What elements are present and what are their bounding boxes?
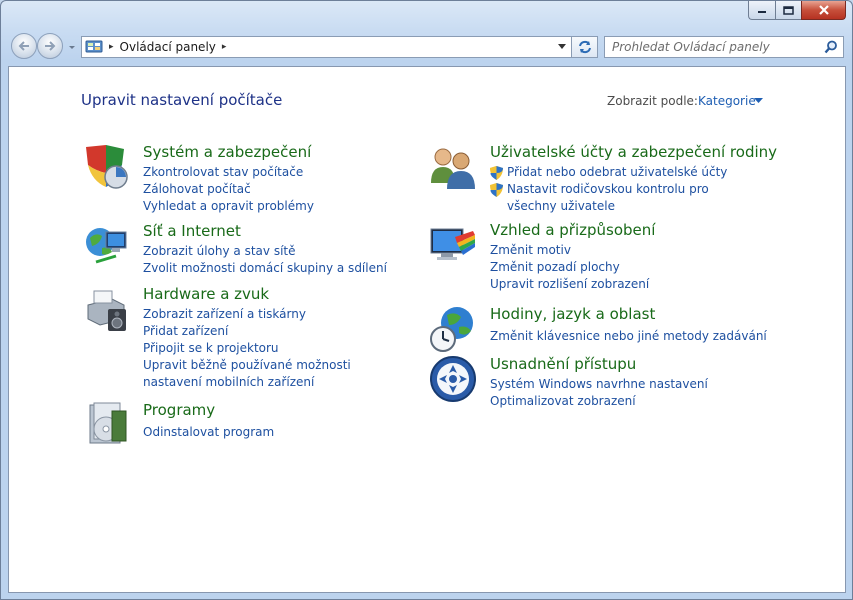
user-accounts-icon: [431, 148, 475, 189]
breadcrumb-control-panel[interactable]: Ovládací panely: [120, 40, 216, 54]
ease-of-access-icon: [430, 356, 476, 402]
arrow-right-icon: [45, 41, 56, 51]
refresh-button[interactable]: [572, 36, 598, 58]
link-recommended-settings[interactable]: Systém Windows navrhne nastavení: [490, 376, 790, 393]
system-security-icon: [86, 145, 128, 189]
category-links: Systém Windows navrhne nastavení Optimal…: [490, 376, 790, 410]
search-icon[interactable]: [824, 40, 838, 54]
uac-shield-icon: [490, 183, 503, 197]
link-text[interactable]: Přidat nebo odebrat uživatelské účty: [507, 164, 727, 181]
minimize-button[interactable]: [748, 1, 775, 20]
maximize-icon: [783, 5, 794, 15]
search-box[interactable]: Prohledat Ovládací panely: [604, 36, 844, 58]
link-troubleshoot[interactable]: Vyhledat a opravit problémy: [143, 198, 443, 215]
category-title[interactable]: Hodiny, jazyk a oblast: [490, 305, 655, 323]
page-title: Upravit nastavení počítače: [81, 91, 283, 109]
link-homegroup[interactable]: Zvolit možnosti domácí skupiny a sdílení: [143, 260, 443, 277]
category-title[interactable]: Uživatelské účty a zabezpečení rodiny: [490, 143, 777, 161]
nav-buttons: [9, 33, 81, 61]
content-area: Upravit nastavení počítače Zobrazit podl…: [8, 66, 846, 593]
network-internet-icon: [86, 228, 127, 264]
category-title[interactable]: Síť a Internet: [143, 222, 241, 240]
link-network-status[interactable]: Zobrazit úlohy a stav sítě: [143, 243, 443, 260]
category-links: Zobrazit úlohy a stav sítě Zvolit možnos…: [143, 243, 443, 277]
close-button[interactable]: [801, 1, 846, 20]
programs-icon: [89, 402, 127, 444]
appearance-icon: [430, 228, 475, 260]
link-add-remove-accounts[interactable]: Přidat nebo odebrat uživatelské účty: [490, 164, 750, 181]
address-dropdown-icon[interactable]: [557, 43, 567, 51]
arrow-left-icon: [18, 41, 29, 51]
link-parental-controls[interactable]: Nastavit rodičovskou kontrolu pro všechn…: [490, 181, 750, 215]
forward-button[interactable]: [37, 33, 63, 59]
link-text[interactable]: Nastavit rodičovskou kontrolu pro všechn…: [507, 181, 750, 215]
minimize-icon: [758, 11, 766, 13]
category-title[interactable]: Systém a zabezpečení: [143, 143, 311, 161]
category-links: Zobrazit zařízení a tiskárny Přidat zaří…: [143, 306, 443, 391]
clock-language-icon: [430, 307, 473, 352]
navigation-toolbar: ▸ Ovládací panely ▸ Prohledat Ovládací p…: [1, 29, 852, 65]
category-title[interactable]: Usnadnění přístupu: [490, 355, 636, 373]
link-check-status[interactable]: Zkontrolovat stav počítače: [143, 164, 443, 181]
link-projector[interactable]: Připojit se k projektoru: [143, 340, 443, 357]
recent-pages-dropdown[interactable]: [67, 42, 77, 52]
breadcrumb-root-arrow[interactable]: ▸: [109, 42, 114, 52]
maximize-button[interactable]: [775, 1, 801, 20]
category-links: Odinstalovat program: [143, 424, 443, 441]
category-title[interactable]: Programy: [143, 401, 215, 419]
link-backup[interactable]: Zálohovat počítač: [143, 181, 443, 198]
category-links: Změnit klávesnice nebo jiné metody zadáv…: [490, 328, 790, 345]
category-links: Změnit motiv Změnit pozadí plochy Upravi…: [490, 242, 790, 293]
title-bar[interactable]: [1, 1, 852, 29]
link-desktop-background[interactable]: Změnit pozadí plochy: [490, 259, 790, 276]
link-keyboards-input[interactable]: Změnit klávesnice nebo jiné metody zadáv…: [490, 328, 790, 345]
address-bar[interactable]: ▸ Ovládací panely ▸: [81, 36, 572, 58]
back-button[interactable]: [11, 33, 37, 59]
link-mobility-settings[interactable]: Upravit běžně používané možnosti nastave…: [143, 357, 388, 391]
link-devices-printers[interactable]: Zobrazit zařízení a tiskárny: [143, 306, 443, 323]
view-by-dropdown[interactable]: Kategorie: [698, 94, 756, 108]
category-links: Přidat nebo odebrat uživatelské účty Nas…: [490, 164, 750, 215]
breadcrumb-arrow[interactable]: ▸: [222, 42, 227, 52]
link-change-theme[interactable]: Změnit motiv: [490, 242, 790, 259]
window-controls: [748, 1, 846, 22]
link-uninstall-program[interactable]: Odinstalovat program: [143, 424, 443, 441]
link-screen-resolution[interactable]: Upravit rozlišení zobrazení: [490, 276, 790, 293]
chevron-down-icon[interactable]: [754, 98, 763, 104]
search-placeholder: Prohledat Ovládací panely: [612, 40, 770, 54]
category-title[interactable]: Vzhled a přizpůsobení: [490, 221, 655, 239]
hardware-sound-icon: [87, 290, 126, 331]
link-add-device[interactable]: Přidat zařízení: [143, 323, 443, 340]
category-title[interactable]: Hardware a zvuk: [143, 285, 269, 303]
control-panel-window: ▸ Ovládací panely ▸ Prohledat Ovládací p…: [0, 0, 853, 600]
view-by-label: Zobrazit podle:: [607, 94, 698, 108]
control-panel-icon: [85, 40, 103, 53]
link-optimize-display[interactable]: Optimalizovat zobrazení: [490, 393, 790, 410]
category-links: Zkontrolovat stav počítače Zálohovat poč…: [143, 164, 443, 215]
close-icon: [818, 5, 829, 15]
refresh-icon: [578, 40, 591, 54]
uac-shield-icon: [490, 166, 503, 180]
